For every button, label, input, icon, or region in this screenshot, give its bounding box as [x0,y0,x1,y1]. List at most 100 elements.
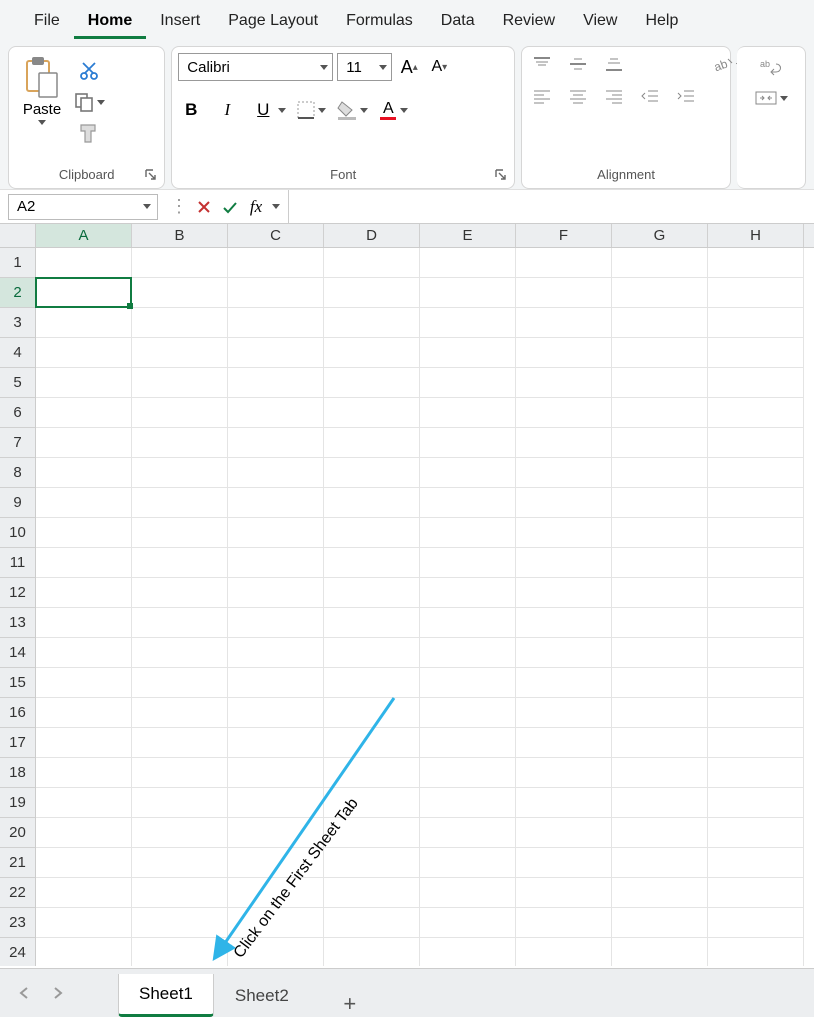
cell[interactable] [36,368,132,398]
cell[interactable] [324,878,420,908]
fill-color-button[interactable] [336,100,368,120]
column-header[interactable]: H [708,224,804,247]
column-header[interactable]: G [612,224,708,247]
align-top-button[interactable] [528,53,556,75]
cell[interactable] [708,698,804,728]
cell[interactable] [132,908,228,938]
cell[interactable] [132,368,228,398]
cell[interactable] [708,728,804,758]
cell[interactable] [708,848,804,878]
cell[interactable] [36,458,132,488]
cell[interactable] [708,818,804,848]
paste-button[interactable]: Paste [15,53,69,127]
cell[interactable] [516,878,612,908]
cell[interactable] [132,818,228,848]
cell[interactable] [708,428,804,458]
cell[interactable] [516,248,612,278]
row-header[interactable]: 8 [0,458,35,488]
cell[interactable] [324,668,420,698]
cell[interactable] [36,428,132,458]
cell[interactable] [420,638,516,668]
cell[interactable] [708,248,804,278]
cell[interactable] [324,368,420,398]
row-header[interactable]: 14 [0,638,35,668]
cell[interactable] [228,818,324,848]
cell[interactable] [228,758,324,788]
cell[interactable] [420,848,516,878]
cell[interactable] [324,518,420,548]
column-header[interactable]: A [36,224,132,247]
cell[interactable] [420,308,516,338]
add-sheet-button[interactable]: + [330,991,370,1017]
row-header[interactable]: 13 [0,608,35,638]
row-header[interactable]: 11 [0,548,35,578]
align-center-button[interactable] [564,85,592,107]
cell[interactable] [324,488,420,518]
align-middle-button[interactable] [564,53,592,75]
chevron-down-icon[interactable] [272,204,280,209]
cell[interactable] [612,278,708,308]
cell[interactable] [708,908,804,938]
cell[interactable] [324,728,420,758]
cell[interactable] [420,608,516,638]
cell[interactable] [420,938,516,966]
dialog-launcher-icon[interactable] [494,168,508,182]
cell[interactable] [420,488,516,518]
cell[interactable] [708,368,804,398]
cell[interactable] [132,458,228,488]
cell[interactable] [324,338,420,368]
drag-handle-icon[interactable]: ⋮ [170,196,188,217]
cell[interactable] [36,338,132,368]
font-color-button[interactable]: A [378,100,408,120]
cell[interactable] [612,398,708,428]
cell[interactable] [420,668,516,698]
cell[interactable] [132,728,228,758]
cell[interactable] [228,308,324,338]
column-header[interactable]: F [516,224,612,247]
wrap-text-button[interactable]: ab [757,57,785,79]
column-header[interactable]: C [228,224,324,247]
sheet-tab-1[interactable]: Sheet1 [118,974,214,1017]
cell[interactable] [420,698,516,728]
cell[interactable] [132,398,228,428]
font-size-combo[interactable]: 11 [337,53,392,81]
cell[interactable] [420,278,516,308]
row-header[interactable]: 19 [0,788,35,818]
menu-data[interactable]: Data [427,6,489,39]
cell[interactable] [708,638,804,668]
cell[interactable] [132,338,228,368]
cell[interactable] [228,608,324,638]
formula-input[interactable] [288,190,814,223]
cell[interactable] [132,428,228,458]
cell[interactable] [324,578,420,608]
cell[interactable] [132,578,228,608]
row-header[interactable]: 23 [0,908,35,938]
cell[interactable] [612,908,708,938]
cell[interactable] [420,398,516,428]
menu-insert[interactable]: Insert [146,6,214,39]
font-name-combo[interactable]: Calibri [178,53,333,81]
name-box[interactable]: A2 [8,194,158,220]
row-header[interactable]: 17 [0,728,35,758]
cell[interactable] [324,638,420,668]
cell[interactable] [228,728,324,758]
cell[interactable] [36,728,132,758]
column-header[interactable]: E [420,224,516,247]
cell[interactable] [420,908,516,938]
decrease-indent-button[interactable] [636,85,664,107]
menu-help[interactable]: Help [631,6,692,39]
cell[interactable] [612,488,708,518]
cell[interactable] [36,908,132,938]
cell[interactable] [708,758,804,788]
cell[interactable] [420,428,516,458]
cell[interactable] [708,458,804,488]
cell[interactable] [708,308,804,338]
cell[interactable] [708,578,804,608]
sheet-nav-next[interactable] [44,979,72,1007]
cell[interactable] [324,698,420,728]
cell[interactable] [132,308,228,338]
cancel-formula-button[interactable] [194,197,214,217]
cell[interactable] [132,608,228,638]
menu-view[interactable]: View [569,6,631,39]
cell[interactable] [516,788,612,818]
